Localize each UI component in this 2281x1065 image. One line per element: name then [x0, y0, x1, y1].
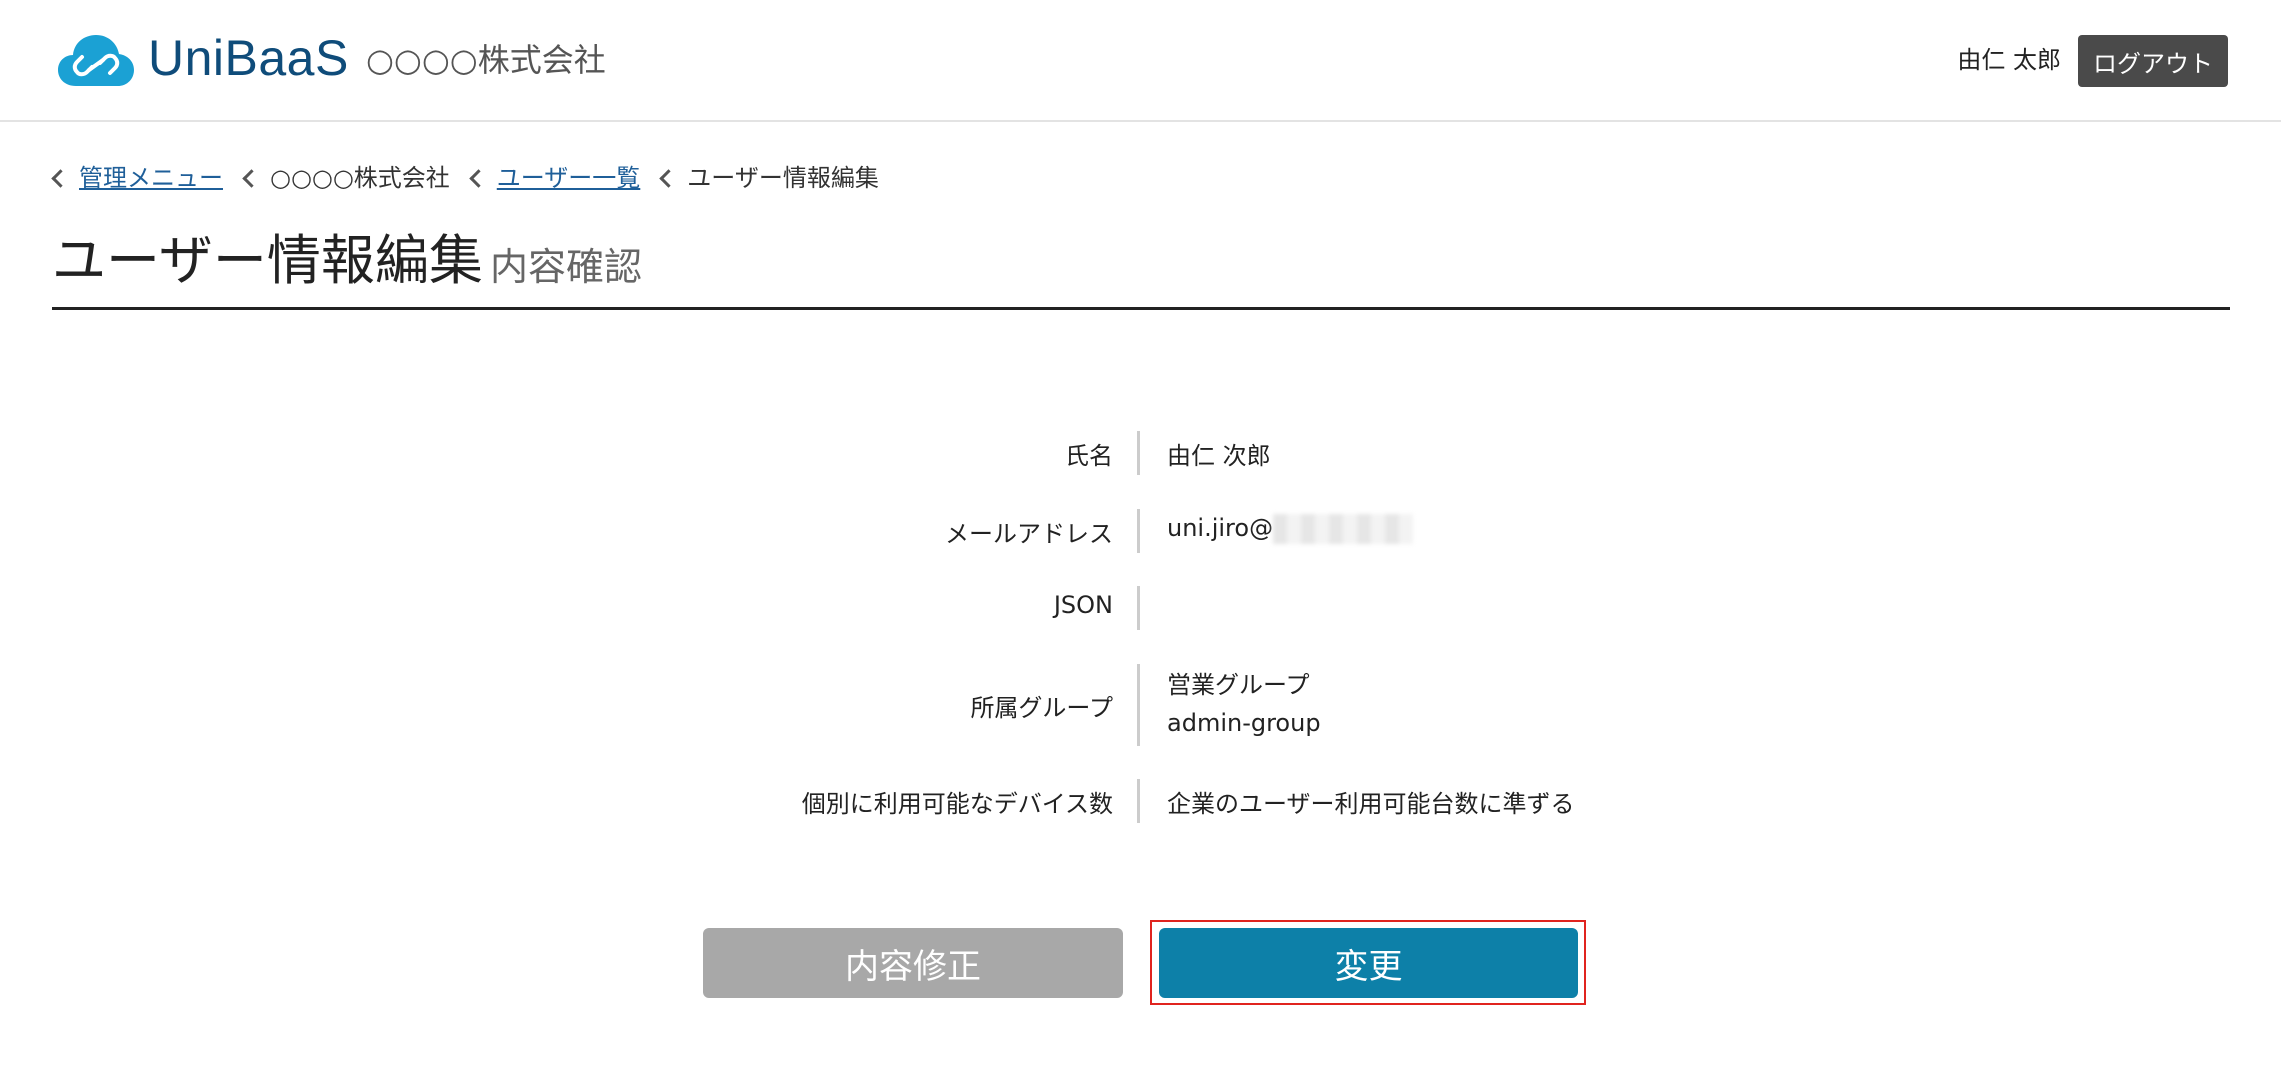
email-value: uni.jiro@: [1167, 514, 1414, 544]
breadcrumb-link-user-list[interactable]: ユーザー一覧: [497, 158, 641, 198]
page-subtitle: 内容確認: [490, 245, 643, 289]
brand-name: UniBaaS: [148, 30, 349, 86]
chevron-left-icon: [242, 168, 261, 188]
breadcrumb-label-company: ○○○○株式会社: [270, 164, 450, 192]
row-divider: [1137, 586, 1140, 630]
breadcrumb-label-current: ユーザー情報編集: [687, 164, 879, 192]
breadcrumb-item-current: ユーザー情報編集: [658, 158, 879, 198]
devices-value: 企業のユーザー利用可能台数に準ずる: [1167, 790, 1575, 818]
chevron-left-icon: [469, 168, 488, 188]
group-item: 営業グループ: [1167, 671, 1310, 699]
chevron-left-icon: [659, 168, 678, 188]
group-item: admin-group: [1167, 709, 1321, 737]
cloud-link-icon: [58, 35, 134, 86]
row-divider: [1137, 664, 1140, 746]
detail-row-json: JSON: [0, 583, 2281, 633]
groups-label: 所属グループ: [970, 694, 1113, 722]
logout-button[interactable]: ログアウト: [2078, 35, 2228, 87]
detail-row-name: 氏名 由仁 次郎: [0, 428, 2281, 478]
breadcrumb: 管理メニュー ○○○○株式会社 ユーザー一覧 ユーザー情報編集: [50, 158, 897, 198]
email-text: uni.jiro@: [1167, 514, 1274, 542]
redacted-email-domain: [1273, 514, 1414, 544]
breadcrumb-link-admin-menu[interactable]: 管理メニュー: [79, 158, 223, 198]
detail-row-groups: 所属グループ 営業グループ admin-group: [0, 660, 2281, 750]
change-button[interactable]: 変更: [1159, 928, 1578, 998]
chevron-left-icon: [51, 168, 70, 188]
row-divider: [1137, 431, 1140, 475]
devices-label: 個別に利用可能なデバイス数: [801, 790, 1113, 818]
email-label: メールアドレス: [945, 520, 1113, 548]
modify-content-button[interactable]: 内容修正: [703, 928, 1123, 998]
company-name: ○○○○株式会社: [366, 41, 606, 79]
current-user-name: 由仁 太郎: [1957, 46, 2061, 74]
row-divider: [1137, 779, 1140, 823]
name-value: 由仁 次郎: [1167, 442, 1271, 470]
breadcrumb-item-company: ○○○○株式会社: [241, 158, 450, 198]
app-header: UniBaaS ○○○○株式会社 由仁 太郎 ログアウト: [0, 0, 2281, 122]
breadcrumb-item-admin-menu: 管理メニュー: [50, 158, 223, 198]
page-title-bar: ユーザー情報編集 内容確認: [52, 222, 2230, 310]
page-title: ユーザー情報編集: [52, 229, 483, 292]
row-divider: [1137, 509, 1140, 553]
name-label: 氏名: [1065, 442, 1113, 470]
detail-row-email: メールアドレス uni.jiro@: [0, 506, 2281, 556]
detail-row-devices: 個別に利用可能なデバイス数 企業のユーザー利用可能台数に準ずる: [0, 776, 2281, 826]
json-label: JSON: [1053, 591, 1113, 619]
breadcrumb-item-user-list: ユーザー一覧: [468, 158, 641, 198]
